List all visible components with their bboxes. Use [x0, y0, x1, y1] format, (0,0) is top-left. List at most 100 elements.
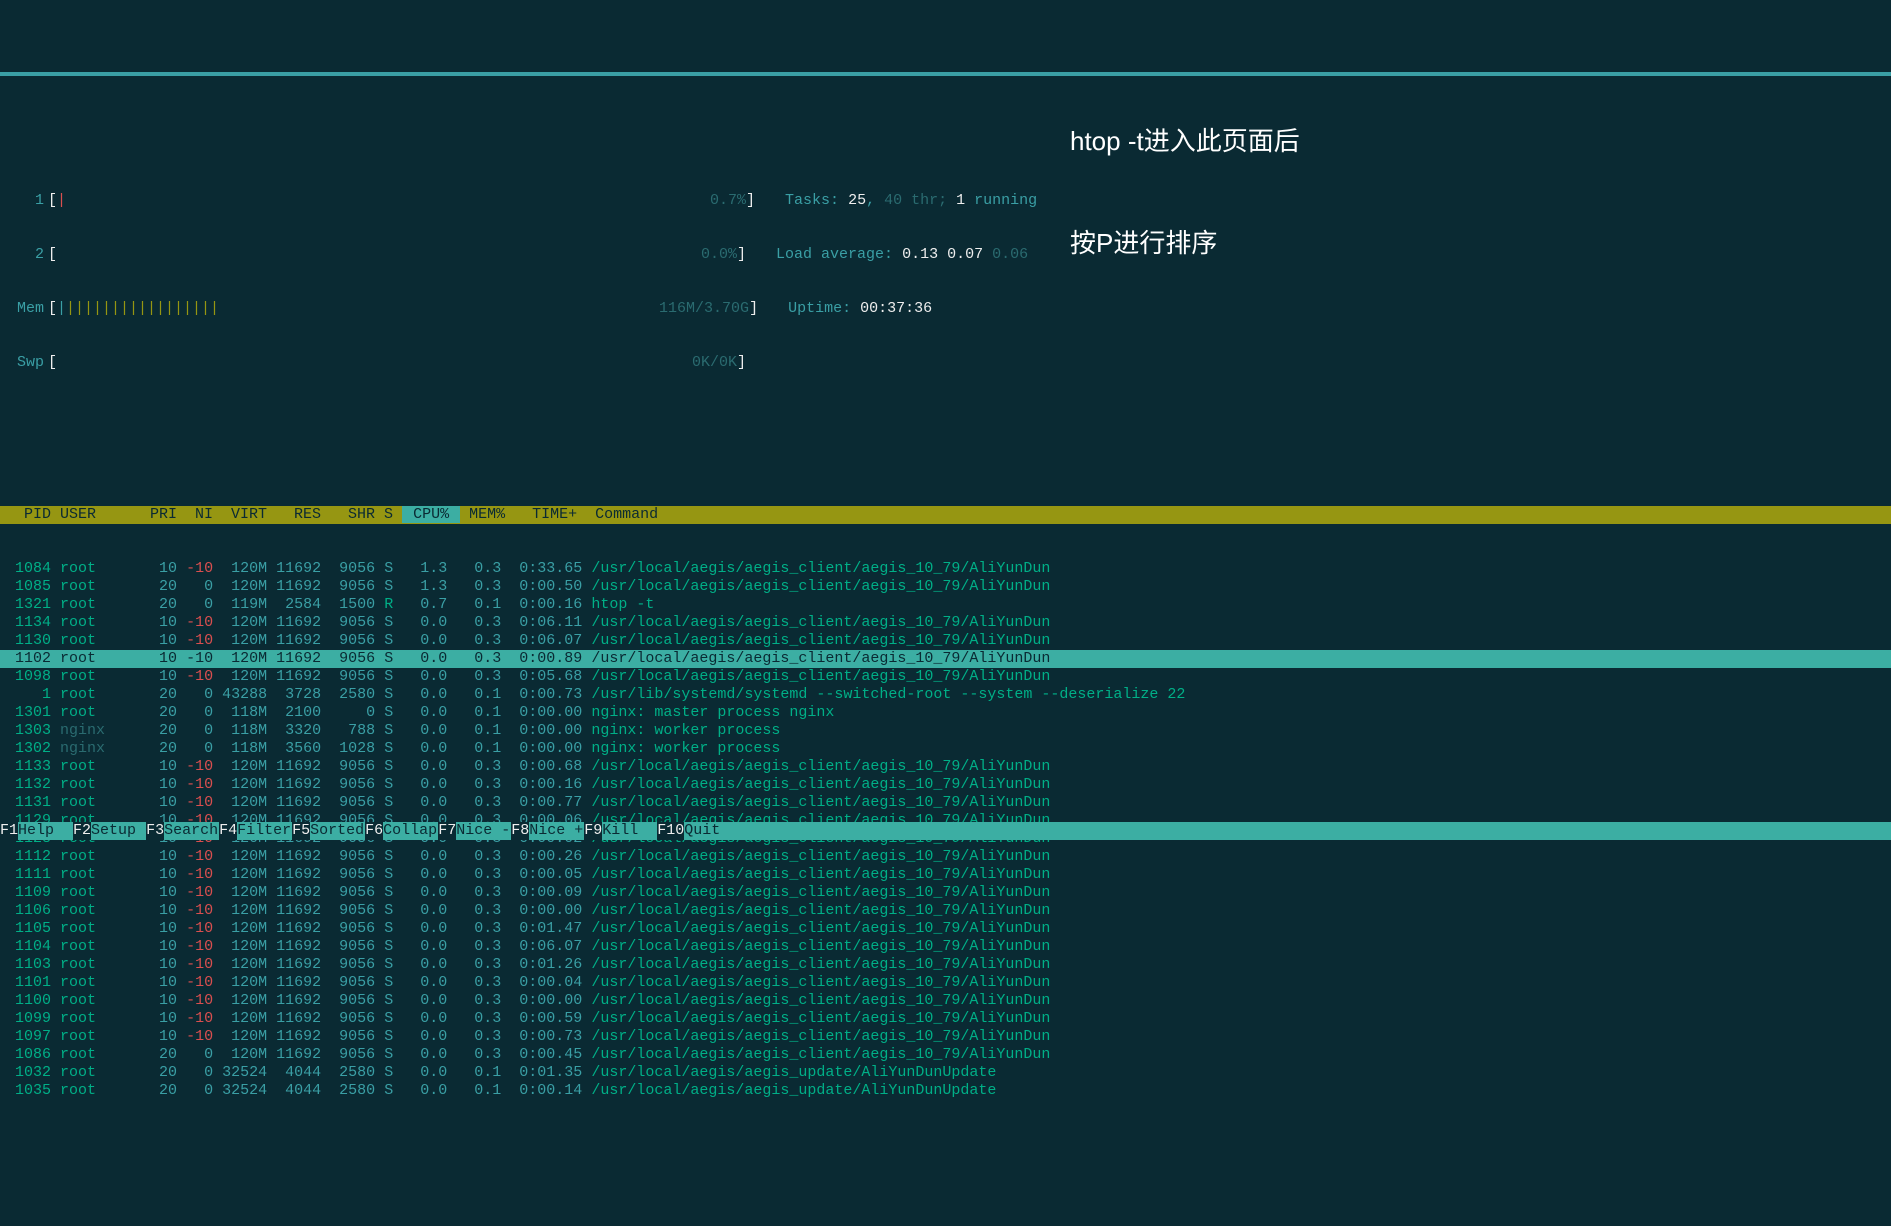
process-row[interactable]: 1105 root 10 -10 120M 11692 9056 S 0.0 0… — [0, 920, 1891, 938]
col-ni: 0 — [186, 596, 213, 613]
fkey-F1[interactable]: F1 — [0, 822, 18, 840]
col-user: root — [60, 776, 141, 793]
col-pri: 10 — [141, 668, 177, 685]
process-row[interactable]: 1106 root 10 -10 120M 11692 9056 S 0.0 0… — [0, 902, 1891, 920]
flabel-F2[interactable]: Setup — [91, 822, 146, 840]
col-cpu: 0.0 — [402, 956, 447, 973]
col-user: root — [60, 794, 141, 811]
flabel-F7[interactable]: Nice - — [456, 822, 511, 840]
fkey-F8[interactable]: F8 — [511, 822, 529, 840]
col-state: S — [384, 866, 393, 883]
col-cpu: 0.0 — [402, 884, 447, 901]
col-ni: -10 — [186, 920, 213, 937]
col-pri: 10 — [141, 776, 177, 793]
col-shr: 9056 — [330, 920, 375, 937]
process-row[interactable]: 1035 root 20 0 32524 4044 2580 S 0.0 0.1… — [0, 1082, 1891, 1100]
col-res: 11692 — [276, 650, 321, 667]
flabel-F8[interactable]: Nice + — [529, 822, 584, 840]
process-row[interactable]: 1032 root 20 0 32524 4044 2580 S 0.0 0.1… — [0, 1064, 1891, 1082]
process-row[interactable]: 1111 root 10 -10 120M 11692 9056 S 0.0 0… — [0, 866, 1891, 884]
process-row[interactable]: 1104 root 10 -10 120M 11692 9056 S 0.0 0… — [0, 938, 1891, 956]
process-row[interactable]: 1 root 20 0 43288 3728 2580 S 0.0 0.1 0:… — [0, 686, 1891, 704]
process-row[interactable]: 1302 nginx 20 0 118M 3560 1028 S 0.0 0.1… — [0, 740, 1891, 758]
process-table-header[interactable]: PID USER PRI NI VIRT RES SHR S CPU% MEM%… — [0, 506, 1891, 524]
col-pri: 20 — [141, 740, 177, 757]
col-pid: 1106 — [6, 902, 51, 919]
col-mem: 0.3 — [456, 776, 501, 793]
flabel-F4[interactable]: Filter — [237, 822, 292, 840]
col-ni: -10 — [186, 650, 213, 667]
flabel-F3[interactable]: Search — [164, 822, 219, 840]
col-command: nginx: worker process — [591, 722, 780, 739]
process-row[interactable]: 1084 root 10 -10 120M 11692 9056 S 1.3 0… — [0, 560, 1891, 578]
flabel-F6[interactable]: Collap — [383, 822, 438, 840]
process-row[interactable]: 1134 root 10 -10 120M 11692 9056 S 0.0 0… — [0, 614, 1891, 632]
col-virt: 32524 — [222, 1064, 267, 1081]
col-state: S — [384, 686, 393, 703]
col-res: 11692 — [276, 758, 321, 775]
process-row[interactable]: 1097 root 10 -10 120M 11692 9056 S 0.0 0… — [0, 1028, 1891, 1046]
col-state: S — [384, 722, 393, 739]
process-row[interactable]: 1099 root 10 -10 120M 11692 9056 S 0.0 0… — [0, 1010, 1891, 1028]
col-state: S — [384, 992, 393, 1009]
col-user: root — [60, 632, 141, 649]
col-pid: 1098 — [6, 668, 51, 685]
col-state: S — [384, 920, 393, 937]
flabel-F5[interactable]: Sorted — [310, 822, 365, 840]
process-row[interactable]: 1130 root 10 -10 120M 11692 9056 S 0.0 0… — [0, 632, 1891, 650]
col-mem: 0.3 — [456, 884, 501, 901]
meters-panel: 1 [|0.7%] Tasks: 25, 40 thr; 1 running 2… — [6, 156, 1891, 408]
col-mem: 0.3 — [456, 974, 501, 991]
fkey-F7[interactable]: F7 — [438, 822, 456, 840]
process-row[interactable]: 1101 root 10 -10 120M 11692 9056 S 0.0 0… — [0, 974, 1891, 992]
fkey-F4[interactable]: F4 — [219, 822, 237, 840]
col-ni: -10 — [186, 938, 213, 955]
mem-pct: 116M/3.70G — [219, 300, 749, 318]
process-row[interactable]: 1109 root 10 -10 120M 11692 9056 S 0.0 0… — [0, 884, 1891, 902]
col-time: 0:06.07 — [510, 632, 582, 649]
col-shr: 9056 — [330, 938, 375, 955]
process-row[interactable]: 1321 root 20 0 119M 2584 1500 R 0.7 0.1 … — [0, 596, 1891, 614]
fkey-F10[interactable]: F10 — [657, 822, 684, 840]
col-state: S — [384, 632, 393, 649]
process-row[interactable]: 1103 root 10 -10 120M 11692 9056 S 0.0 0… — [0, 956, 1891, 974]
process-row[interactable]: 1132 root 10 -10 120M 11692 9056 S 0.0 0… — [0, 776, 1891, 794]
col-mem: 0.3 — [456, 1028, 501, 1045]
col-res: 11692 — [276, 632, 321, 649]
fkey-F6[interactable]: F6 — [365, 822, 383, 840]
process-row[interactable]: 1303 nginx 20 0 118M 3320 788 S 0.0 0.1 … — [0, 722, 1891, 740]
col-user: root — [60, 1082, 141, 1099]
col-mem: 0.1 — [456, 704, 501, 721]
process-row[interactable]: 1131 root 10 -10 120M 11692 9056 S 0.0 0… — [0, 794, 1891, 812]
process-row[interactable]: 1100 root 10 -10 120M 11692 9056 S 0.0 0… — [0, 992, 1891, 1010]
process-row[interactable]: 1085 root 20 0 120M 11692 9056 S 1.3 0.3… — [0, 578, 1891, 596]
fkey-F9[interactable]: F9 — [584, 822, 602, 840]
col-res: 11692 — [276, 794, 321, 811]
process-row[interactable]: 1098 root 10 -10 120M 11692 9056 S 0.0 0… — [0, 668, 1891, 686]
fkey-F2[interactable]: F2 — [73, 822, 91, 840]
flabel-F1[interactable]: Help — [18, 822, 73, 840]
col-cpu: 0.0 — [402, 650, 447, 667]
col-pid: 1132 — [6, 776, 51, 793]
function-key-bar[interactable]: F1Help F2Setup F3SearchF4FilterF5SortedF… — [0, 822, 1891, 840]
col-state: S — [384, 902, 393, 919]
col-ni: -10 — [186, 974, 213, 991]
col-user: root — [60, 1010, 141, 1027]
col-time: 0:00.59 — [510, 1010, 582, 1027]
col-res: 11692 — [276, 848, 321, 865]
col-mem: 0.3 — [456, 758, 501, 775]
col-command: /usr/local/aegis/aegis_client/aegis_10_7… — [591, 650, 1050, 667]
process-row[interactable]: 1112 root 10 -10 120M 11692 9056 S 0.0 0… — [0, 848, 1891, 866]
col-ni: -10 — [186, 776, 213, 793]
flabel-F10[interactable]: Quit — [684, 822, 1891, 840]
fkey-F3[interactable]: F3 — [146, 822, 164, 840]
fkey-F5[interactable]: F5 — [292, 822, 310, 840]
col-mem: 0.1 — [456, 1064, 501, 1081]
col-mem: 0.3 — [456, 794, 501, 811]
process-row[interactable]: 1086 root 20 0 120M 11692 9056 S 0.0 0.3… — [0, 1046, 1891, 1064]
process-row[interactable]: 1301 root 20 0 118M 2100 0 S 0.0 0.1 0:0… — [0, 704, 1891, 722]
process-row[interactable]: 1102 root 10 -10 120M 11692 9056 S 0.0 0… — [0, 650, 1891, 668]
flabel-F9[interactable]: Kill — [602, 822, 657, 840]
header-cpu-sorted[interactable]: CPU% — [402, 506, 460, 523]
process-row[interactable]: 1133 root 10 -10 120M 11692 9056 S 0.0 0… — [0, 758, 1891, 776]
